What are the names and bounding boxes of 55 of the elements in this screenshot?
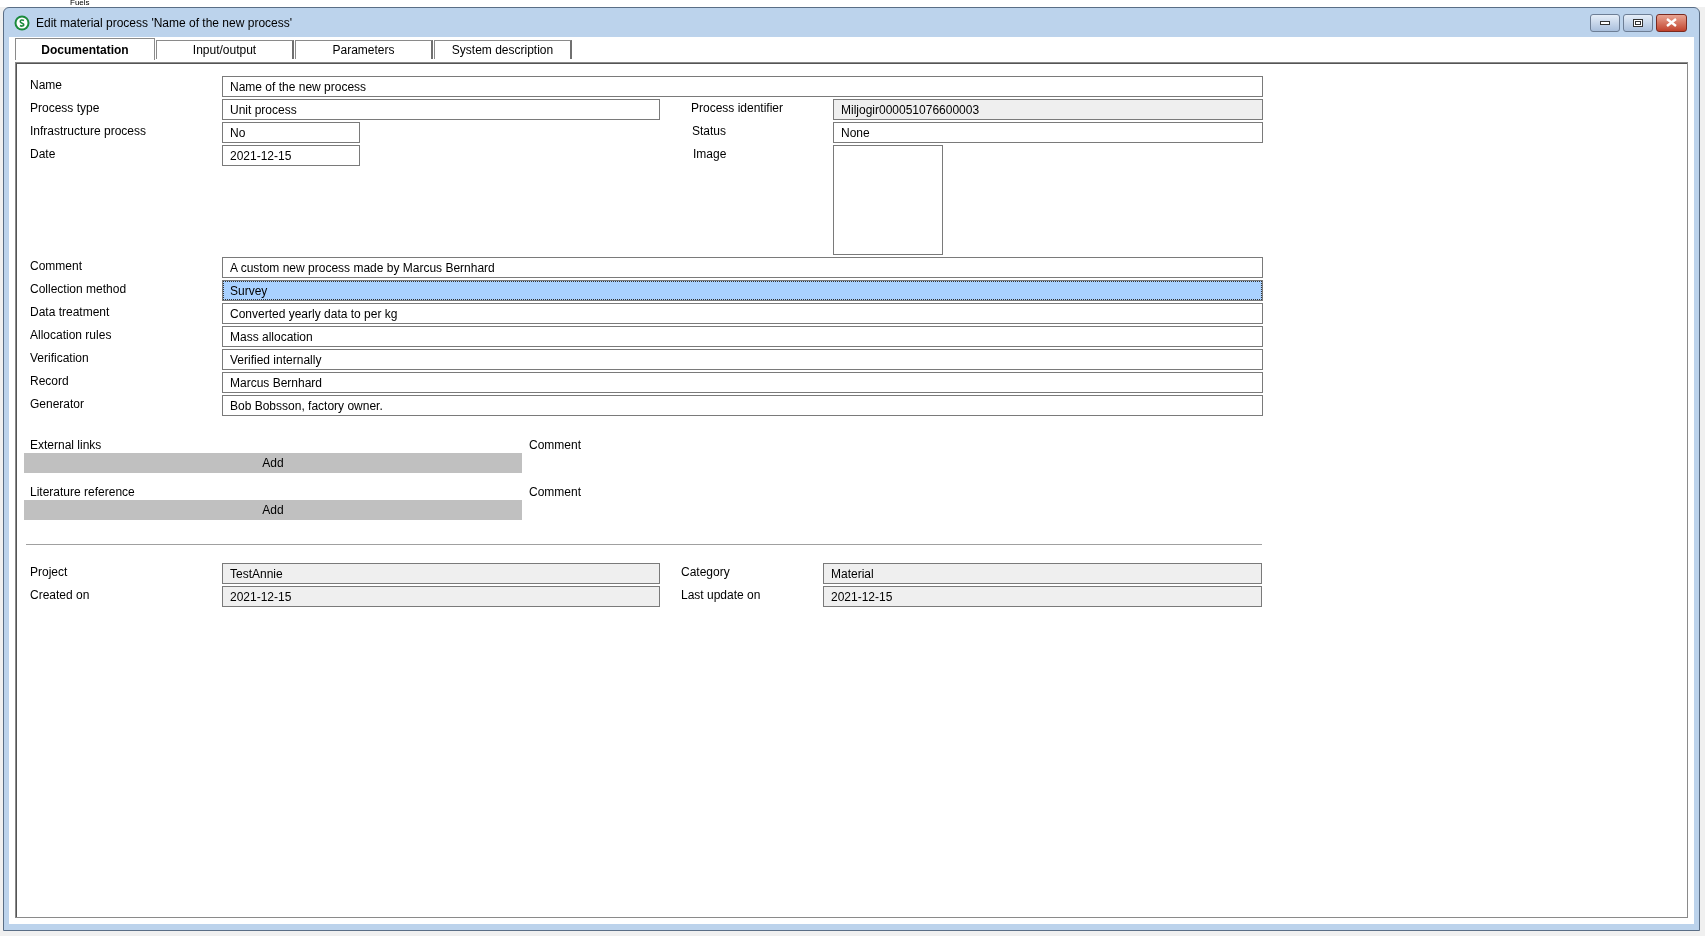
field-label: Collection method xyxy=(30,281,128,298)
text-field[interactable]: None xyxy=(833,122,1263,143)
add-button[interactable]: Add xyxy=(24,453,522,473)
text-field[interactable]: Converted yearly data to per kg xyxy=(222,303,1263,324)
field-label: Allocation rules xyxy=(30,327,113,344)
text-field[interactable]: 2021-12-15 xyxy=(222,586,660,607)
minimize-icon xyxy=(1600,20,1610,25)
text-field[interactable]: Survey xyxy=(222,280,1263,301)
field-label: Last update on xyxy=(681,587,762,604)
text-field[interactable]: Mass allocation xyxy=(222,326,1263,347)
field-label: Record xyxy=(30,373,70,390)
tab[interactable]: Documentation xyxy=(15,38,155,60)
field-label: Date xyxy=(30,146,57,163)
field-label: Data treatment xyxy=(30,304,111,321)
field-label: Comment xyxy=(30,258,83,275)
field-label: Comment xyxy=(529,484,582,500)
text-field[interactable]: Miljogir000051076600003 xyxy=(833,99,1263,120)
app-icon xyxy=(14,14,30,31)
close-button[interactable] xyxy=(1656,13,1687,32)
tree-item: Fuels xyxy=(70,0,90,7)
text-field[interactable]: Marcus Bernhard xyxy=(222,372,1263,393)
field-label: Verification xyxy=(30,350,90,367)
field-label: Category xyxy=(681,564,731,581)
field-label: External links xyxy=(29,437,103,453)
tab[interactable]: Input/output xyxy=(156,40,294,59)
close-icon xyxy=(1666,18,1677,27)
text-field[interactable]: TestAnnie xyxy=(222,563,660,584)
text-field[interactable]: 2021-12-15 xyxy=(222,145,360,166)
text-field[interactable]: Name of the new process xyxy=(222,76,1263,97)
field-label: Comment xyxy=(529,437,582,453)
field-label: Infrastructure process xyxy=(30,123,148,140)
field-label: Image xyxy=(692,146,728,163)
text-field[interactable]: A custom new process made by Marcus Bernhard xyxy=(222,257,1263,278)
add-button[interactable]: Add xyxy=(24,500,522,520)
field-label: Process identifier xyxy=(690,100,785,117)
tab[interactable]: System description xyxy=(434,40,572,59)
field-label: Status xyxy=(691,123,728,140)
text-field[interactable]: No xyxy=(222,122,360,143)
text-field[interactable]: Verified internally xyxy=(222,349,1263,370)
field-label: Name xyxy=(30,77,63,94)
maximize-button[interactable] xyxy=(1623,13,1653,32)
text-field[interactable]: Bob Bobsson, factory owner. xyxy=(222,395,1263,416)
window-title: Edit material process 'Name of the new process' xyxy=(36,14,293,32)
tab[interactable]: Parameters xyxy=(295,40,433,59)
field-label: Created on xyxy=(30,587,91,604)
minimize-button[interactable] xyxy=(1590,13,1620,32)
text-field[interactable]: Unit process xyxy=(222,99,660,120)
text-field[interactable]: Material xyxy=(823,563,1262,584)
text-field[interactable]: 2021-12-15 xyxy=(823,586,1262,607)
field-label: Project xyxy=(30,564,69,581)
image-well[interactable] xyxy=(833,145,943,255)
field-label: Generator xyxy=(30,396,86,413)
field-label: Process type xyxy=(30,100,101,117)
field-label: Literature reference xyxy=(29,484,136,500)
restore-icon xyxy=(1633,18,1643,27)
